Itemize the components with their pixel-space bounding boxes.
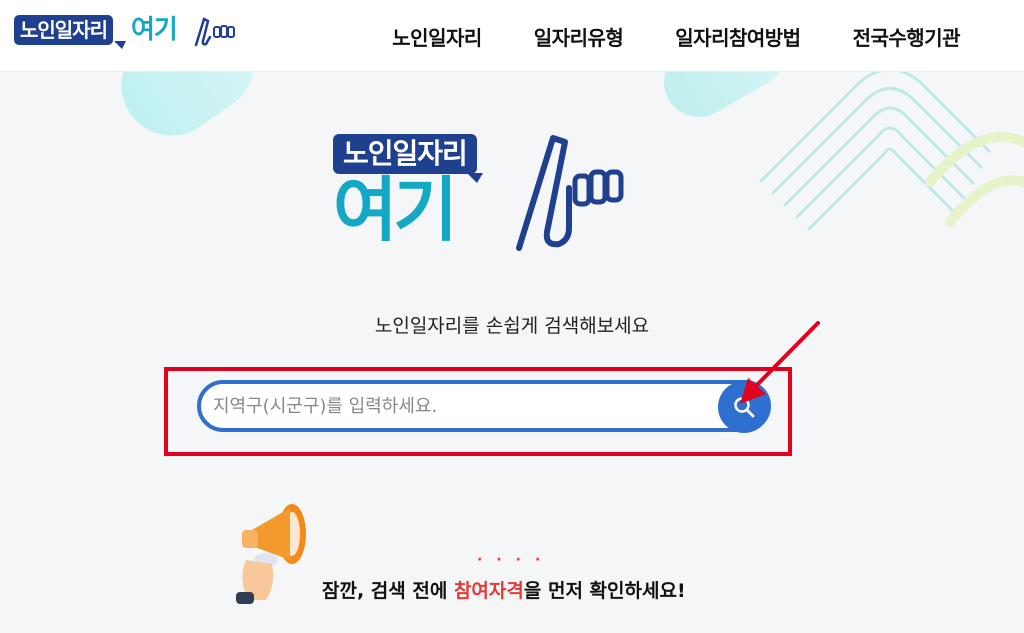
hero-logo-box-tail xyxy=(467,173,483,183)
logo-box-text: 노인일자리 xyxy=(14,15,113,45)
site-header: 노인일자리 여기 노인일자리 일자리유형 일자리참여방법 전국수행기관 xyxy=(0,0,1024,72)
notice-text: 잠깐, 검색 전에 참여자격을 먼저 확인하세요! xyxy=(322,576,686,603)
decorative-pill-left xyxy=(101,72,275,156)
search-bar xyxy=(197,380,771,432)
nav-item-how-to-join[interactable]: 일자리참여방법 xyxy=(675,22,801,51)
pointing-finger-logo-icon xyxy=(194,17,235,47)
main-nav: 노인일자리 일자리유형 일자리참여방법 전국수행기관 xyxy=(340,0,960,72)
nav-item-senior-jobs[interactable]: 노인일자리 xyxy=(392,22,482,51)
decorative-curves xyxy=(758,72,1024,232)
hero-logo: 노인일자리 여기 xyxy=(333,128,633,253)
nav-item-agencies[interactable]: 전국수행기관 xyxy=(853,22,961,51)
logo-word: 여기 xyxy=(131,15,178,45)
site-logo[interactable]: 노인일자리 여기 xyxy=(14,13,235,53)
logo-box-tail xyxy=(114,41,126,49)
pointing-finger-logo-icon xyxy=(516,135,624,251)
hero-logo-word: 여기 xyxy=(333,169,458,251)
megaphone-icon xyxy=(236,504,306,604)
notice-suffix: 을 먼저 확인하세요! xyxy=(523,580,686,602)
notice-highlight-link[interactable]: 참여자격 xyxy=(454,580,524,602)
hero-subtitle: 노인일자리를 손쉽게 검색해보세요 xyxy=(374,315,650,337)
emphasis-dots: ···· xyxy=(477,552,555,568)
search-input[interactable] xyxy=(213,384,713,428)
nav-item-job-types[interactable]: 일자리유형 xyxy=(534,22,624,51)
notice-prefix: 잠깐, 검색 전에 xyxy=(322,580,454,602)
red-arrow-annotation xyxy=(740,321,820,404)
